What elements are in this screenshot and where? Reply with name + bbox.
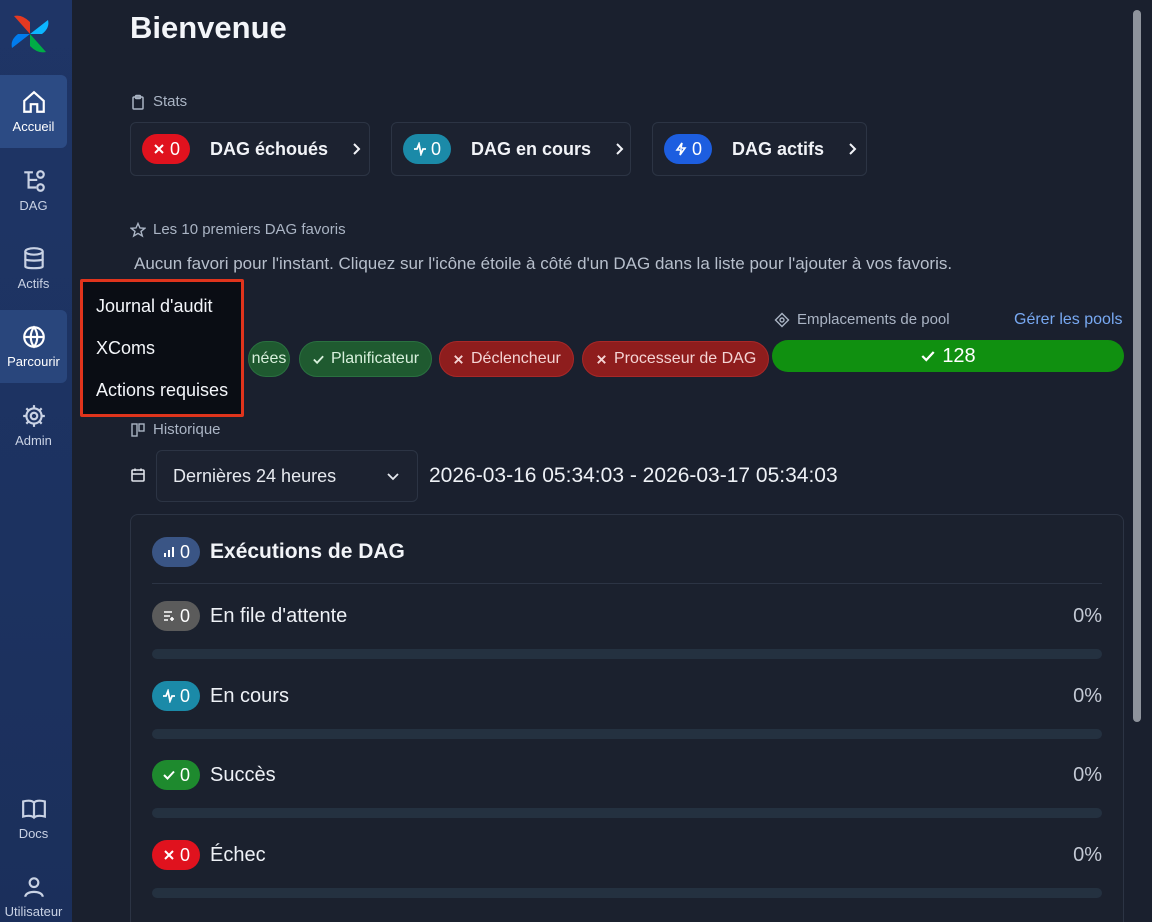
stat-card-active-dags[interactable]: 0 DAG actifs [652,122,867,176]
bar-chart-icon [164,547,174,557]
history-section-label: Historique [130,421,221,438]
sidebar-item-label: DAG [19,198,48,213]
sidebar: Accueil DAG Actifs Parcourir Admin Docs … [0,0,72,922]
menu-item-audit-log[interactable]: Journal d'audit [96,296,213,317]
stat-label: DAG actifs [732,138,825,159]
page-title: Bienvenue [130,10,287,45]
row-label: Succès [210,763,276,786]
check-icon [163,770,175,780]
sidebar-item-assets[interactable]: Actifs [0,232,67,305]
progress-track [152,729,1102,739]
stat-label: DAG échoués [210,138,329,159]
failed-count-badge: 0 [142,134,191,164]
activity-icon [163,689,175,703]
user-icon [23,877,44,898]
scrollbar-thumb[interactable] [1133,10,1141,722]
menu-item-xcoms[interactable]: XComs [96,338,155,359]
main-content: Bienvenue Stats 0 DAG échoués 0 DAG en c… [72,0,1132,922]
sidebar-item-docs[interactable]: Docs [0,782,67,855]
airflow-logo[interactable] [8,12,52,56]
chevron-right-icon [616,143,624,155]
run-state-failed[interactable]: 0 Échec 0% [152,840,1102,920]
sidebar-item-user[interactable]: Utilisateur [0,860,67,922]
star-icon [130,221,146,238]
row-label: Échec [210,843,266,866]
x-icon [454,354,463,364]
check-icon [921,351,935,362]
sidebar-item-label: Docs [18,826,49,841]
sidebar-item-label: Utilisateur [4,904,63,919]
sidebar-item-label: Accueil [12,119,55,134]
run-state-running[interactable]: 0 En cours 0% [152,681,1102,761]
sidebar-item-home[interactable]: Accueil [0,75,67,148]
health-pill-triggerer[interactable]: Déclencheur [439,341,574,377]
progress-track [152,808,1102,818]
book-icon [21,799,46,820]
menu-item-required-actions[interactable]: Actions requises [96,380,228,401]
row-label: En cours [210,684,289,707]
dag-runs-header: 0 Exécutions de DAG [152,537,405,567]
success-count-badge: 0 [152,760,201,790]
queue-icon [164,611,174,621]
divider [152,583,1102,584]
favorites-section-label: Les 10 premiers DAG favoris [130,221,346,238]
clipboard-icon [132,94,144,110]
x-icon [164,850,174,860]
failed-count-badge: 0 [152,840,201,870]
row-percent: 0% [1073,685,1102,707]
dag-runs-title: Exécutions de DAG [210,540,405,563]
home-icon [22,90,45,113]
active-count-badge: 0 [664,134,713,164]
dag-runs-panel: 0 Exécutions de DAG 0 En file d'attente … [130,514,1124,922]
browse-menu: Journal d'audit XComs Actions requises [80,279,244,417]
progress-track [152,649,1102,659]
running-count-badge: 0 [152,681,201,711]
sidebar-item-browse[interactable]: Parcourir [0,310,67,383]
row-label: En file d'attente [210,604,348,627]
health-pill-scheduler[interactable]: Planificateur [299,341,433,377]
x-icon [154,144,164,154]
bolt-icon [675,142,687,156]
sidebar-item-label: Actifs [17,276,50,291]
run-state-success[interactable]: 0 Succès 0% [152,760,1102,840]
sidebar-item-label: Admin [15,433,52,448]
row-percent: 0% [1073,764,1102,786]
pool-slots-label: Emplacements de pool [774,311,950,328]
history-icon [131,422,145,437]
chevron-right-icon [353,143,361,155]
sidebar-item-admin[interactable]: Admin [0,389,67,462]
check-icon [313,355,324,364]
dag-icon [23,170,45,192]
queued-count-badge: 0 [152,601,201,631]
stats-section-label: Stats [130,93,187,110]
time-range-select[interactable]: Dernières 24 heures [156,450,418,502]
stat-label: DAG en cours [471,138,592,159]
progress-track [152,888,1102,898]
favorites-empty-message: Aucun favori pour l'instant. Cliquez sur… [134,254,953,273]
globe-icon [22,325,45,349]
chevron-right-icon [849,143,857,155]
database-icon [23,247,44,270]
date-range-text: 2026-03-16 05:34:03 - 2026-03-17 05:34:0… [429,464,838,487]
sidebar-item-label: Parcourir [7,354,60,369]
target-icon [774,312,790,327]
run-state-queued[interactable]: 0 En file d'attente 0% [152,601,1102,681]
row-percent: 0% [1073,605,1102,627]
running-count-badge: 0 [403,134,452,164]
health-pill-partial[interactable]: nées [248,341,290,377]
health-pill-dag-processor[interactable]: Processeur de DAG [582,341,770,377]
chevron-down-icon [387,473,399,481]
x-icon [597,354,606,364]
row-percent: 0% [1073,844,1102,866]
dag-runs-count-badge: 0 [152,537,201,567]
stat-card-running-dags[interactable]: 0 DAG en cours [391,122,631,176]
activity-icon [414,142,426,156]
sidebar-item-dag[interactable]: DAG [0,154,67,227]
stat-card-failed-dags[interactable]: 0 DAG échoués [130,122,370,176]
gear-icon [22,405,45,427]
calendar-icon [131,468,145,482]
manage-pools-link[interactable]: Gérer les pools [1014,311,1123,329]
pool-slots-bar[interactable]: 128 [772,340,1124,372]
